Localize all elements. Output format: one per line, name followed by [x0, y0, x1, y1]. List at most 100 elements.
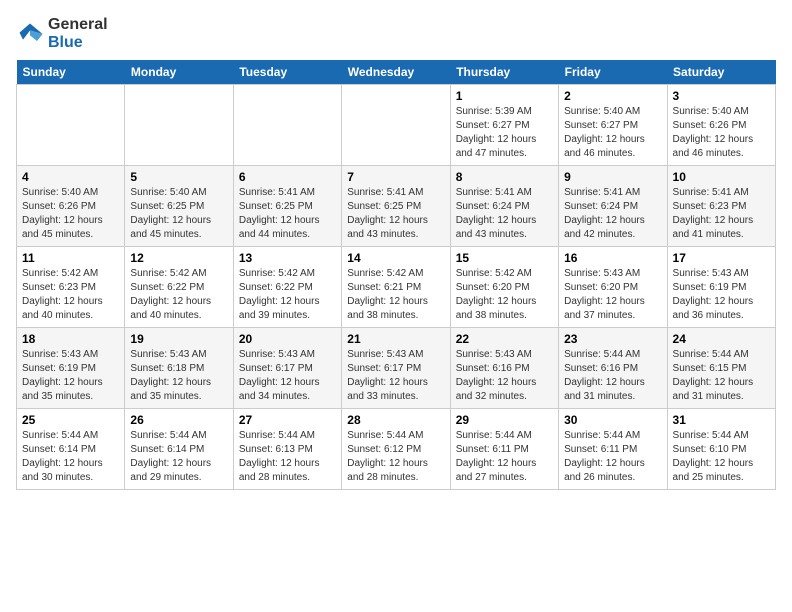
day-info: Sunrise: 5:41 AM Sunset: 6:25 PM Dayligh… — [347, 186, 444, 242]
day-info: Sunrise: 5:44 AM Sunset: 6:11 PM Dayligh… — [456, 429, 553, 485]
weekday-header: Saturday — [667, 60, 775, 85]
day-number: 13 — [239, 251, 336, 265]
weekday-header: Sunday — [17, 60, 125, 85]
day-number: 17 — [673, 251, 770, 265]
calendar-day-cell: 27 Sunrise: 5:44 AM Sunset: 6:13 PM Dayli… — [233, 409, 341, 490]
calendar-day-cell: 15Sunrise: 5:42 AM Sunset: 6:20 PM Dayli… — [450, 247, 558, 328]
day-number: 20 — [239, 332, 336, 346]
day-info: Sunrise: 5:43 AM Sunset: 6:19 PM Dayligh… — [22, 348, 119, 404]
day-info: Sunrise: 5:44 AM Sunset: 6:12 PM Dayligh… — [347, 429, 444, 485]
day-info: Sunrise: 5:44 AM Sunset: 6:14 PM Dayligh… — [130, 429, 227, 485]
page-header: General Blue — [16, 16, 776, 52]
calendar-day-cell: 7Sunrise: 5:41 AM Sunset: 6:25 PM Daylig… — [342, 166, 450, 247]
calendar-day-cell: 31Sunrise: 5:44 AM Sunset: 6:10 PM Dayli… — [667, 409, 775, 490]
logo-text: General Blue — [48, 16, 108, 52]
day-number: 30 — [564, 413, 661, 427]
calendar-week-row: 18 Sunrise: 5:43 AM Sunset: 6:19 PM Dayli… — [17, 328, 776, 409]
day-number: 1 — [456, 89, 553, 103]
day-number: 3 — [673, 89, 770, 103]
day-info: Sunrise: 5:41 AM Sunset: 6:24 PM Dayligh… — [456, 186, 553, 242]
calendar-day-cell — [233, 85, 341, 166]
weekday-header-row: SundayMondayTuesdayWednesdayThursdayFrid… — [17, 60, 776, 85]
calendar-day-cell: 14 Sunrise: 5:42 AM Sunset: 6:21 PM Dayli… — [342, 247, 450, 328]
day-number: 26 — [130, 413, 227, 427]
day-info: Sunrise: 5:41 AM Sunset: 6:25 PM Dayligh… — [239, 186, 336, 242]
day-number: 27 — [239, 413, 336, 427]
logo-icon — [16, 20, 44, 48]
day-number: 18 — [22, 332, 119, 346]
day-number: 12 — [130, 251, 227, 265]
day-info: Sunrise: 5:42 AM Sunset: 6:21 PM Dayligh… — [347, 267, 444, 323]
day-info: Sunrise: 5:42 AM Sunset: 6:20 PM Dayligh… — [456, 267, 553, 323]
weekday-header: Wednesday — [342, 60, 450, 85]
weekday-header: Tuesday — [233, 60, 341, 85]
calendar-day-cell: 3 Sunrise: 5:40 AM Sunset: 6:26 PM Daylig… — [667, 85, 775, 166]
calendar-day-cell: 20 Sunrise: 5:43 AM Sunset: 6:17 PM Dayli… — [233, 328, 341, 409]
logo: General Blue — [16, 16, 108, 52]
calendar-day-cell: 28 Sunrise: 5:44 AM Sunset: 6:12 PM Dayli… — [342, 409, 450, 490]
day-info: Sunrise: 5:43 AM Sunset: 6:16 PM Dayligh… — [456, 348, 553, 404]
day-info: Sunrise: 5:44 AM Sunset: 6:11 PM Dayligh… — [564, 429, 661, 485]
calendar-day-cell: 8 Sunrise: 5:41 AM Sunset: 6:24 PM Daylig… — [450, 166, 558, 247]
day-info: Sunrise: 5:44 AM Sunset: 6:15 PM Dayligh… — [673, 348, 770, 404]
day-info: Sunrise: 5:43 AM Sunset: 6:17 PM Dayligh… — [347, 348, 444, 404]
calendar-day-cell — [125, 85, 233, 166]
day-number: 23 — [564, 332, 661, 346]
day-number: 10 — [673, 170, 770, 184]
calendar-week-row: 11 Sunrise: 5:42 AM Sunset: 6:23 PM Dayli… — [17, 247, 776, 328]
day-info: Sunrise: 5:42 AM Sunset: 6:23 PM Dayligh… — [22, 267, 119, 323]
calendar-week-row: 4Sunrise: 5:40 AM Sunset: 6:26 PM Daylig… — [17, 166, 776, 247]
calendar-day-cell: 24 Sunrise: 5:44 AM Sunset: 6:15 PM Dayli… — [667, 328, 775, 409]
calendar-day-cell — [17, 85, 125, 166]
calendar-week-row: 25Sunrise: 5:44 AM Sunset: 6:14 PM Dayli… — [17, 409, 776, 490]
calendar-day-cell: 30 Sunrise: 5:44 AM Sunset: 6:11 PM Dayli… — [559, 409, 667, 490]
day-info: Sunrise: 5:44 AM Sunset: 6:13 PM Dayligh… — [239, 429, 336, 485]
day-info: Sunrise: 5:42 AM Sunset: 6:22 PM Dayligh… — [130, 267, 227, 323]
calendar-day-cell: 22 Sunrise: 5:43 AM Sunset: 6:16 PM Dayli… — [450, 328, 558, 409]
calendar-day-cell: 12 Sunrise: 5:42 AM Sunset: 6:22 PM Dayli… — [125, 247, 233, 328]
calendar-day-cell: 21 Sunrise: 5:43 AM Sunset: 6:17 PM Dayli… — [342, 328, 450, 409]
day-info: Sunrise: 5:40 AM Sunset: 6:27 PM Dayligh… — [564, 105, 661, 161]
calendar-day-cell — [342, 85, 450, 166]
calendar-table: SundayMondayTuesdayWednesdayThursdayFrid… — [16, 60, 776, 490]
calendar-day-cell: 9 Sunrise: 5:41 AM Sunset: 6:24 PM Daylig… — [559, 166, 667, 247]
day-info: Sunrise: 5:44 AM Sunset: 6:16 PM Dayligh… — [564, 348, 661, 404]
day-number: 19 — [130, 332, 227, 346]
calendar-day-cell: 2Sunrise: 5:40 AM Sunset: 6:27 PM Daylig… — [559, 85, 667, 166]
day-info: Sunrise: 5:43 AM Sunset: 6:19 PM Dayligh… — [673, 267, 770, 323]
day-info: Sunrise: 5:43 AM Sunset: 6:17 PM Dayligh… — [239, 348, 336, 404]
calendar-day-cell: 17 Sunrise: 5:43 AM Sunset: 6:19 PM Dayli… — [667, 247, 775, 328]
day-number: 9 — [564, 170, 661, 184]
calendar-day-cell: 6 Sunrise: 5:41 AM Sunset: 6:25 PM Daylig… — [233, 166, 341, 247]
day-info: Sunrise: 5:39 AM Sunset: 6:27 PM Dayligh… — [456, 105, 553, 161]
calendar-day-cell: 19 Sunrise: 5:43 AM Sunset: 6:18 PM Dayli… — [125, 328, 233, 409]
day-info: Sunrise: 5:42 AM Sunset: 6:22 PM Dayligh… — [239, 267, 336, 323]
day-number: 14 — [347, 251, 444, 265]
calendar-week-row: 1 Sunrise: 5:39 AM Sunset: 6:27 PM Daylig… — [17, 85, 776, 166]
calendar-day-cell: 25Sunrise: 5:44 AM Sunset: 6:14 PM Dayli… — [17, 409, 125, 490]
weekday-header: Thursday — [450, 60, 558, 85]
day-info: Sunrise: 5:44 AM Sunset: 6:14 PM Dayligh… — [22, 429, 119, 485]
day-info: Sunrise: 5:40 AM Sunset: 6:26 PM Dayligh… — [673, 105, 770, 161]
calendar-day-cell: 5Sunrise: 5:40 AM Sunset: 6:25 PM Daylig… — [125, 166, 233, 247]
calendar-day-cell: 11 Sunrise: 5:42 AM Sunset: 6:23 PM Dayli… — [17, 247, 125, 328]
day-info: Sunrise: 5:40 AM Sunset: 6:25 PM Dayligh… — [130, 186, 227, 242]
day-number: 24 — [673, 332, 770, 346]
weekday-header: Friday — [559, 60, 667, 85]
weekday-header: Monday — [125, 60, 233, 85]
calendar-day-cell: 10 Sunrise: 5:41 AM Sunset: 6:23 PM Dayli… — [667, 166, 775, 247]
day-number: 6 — [239, 170, 336, 184]
calendar-day-cell: 13 Sunrise: 5:42 AM Sunset: 6:22 PM Dayli… — [233, 247, 341, 328]
day-number: 8 — [456, 170, 553, 184]
day-number: 11 — [22, 251, 119, 265]
day-info: Sunrise: 5:40 AM Sunset: 6:26 PM Dayligh… — [22, 186, 119, 242]
day-number: 28 — [347, 413, 444, 427]
calendar-day-cell: 18 Sunrise: 5:43 AM Sunset: 6:19 PM Dayli… — [17, 328, 125, 409]
day-number: 29 — [456, 413, 553, 427]
day-info: Sunrise: 5:43 AM Sunset: 6:20 PM Dayligh… — [564, 267, 661, 323]
day-info: Sunrise: 5:41 AM Sunset: 6:23 PM Dayligh… — [673, 186, 770, 242]
day-info: Sunrise: 5:43 AM Sunset: 6:18 PM Dayligh… — [130, 348, 227, 404]
day-number: 21 — [347, 332, 444, 346]
day-number: 22 — [456, 332, 553, 346]
day-info: Sunrise: 5:41 AM Sunset: 6:24 PM Dayligh… — [564, 186, 661, 242]
